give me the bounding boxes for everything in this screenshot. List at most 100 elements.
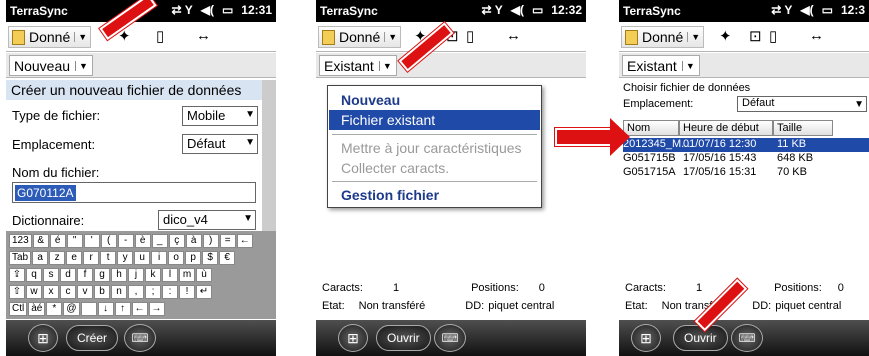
mode-button[interactable]: Existant ▼: [622, 55, 700, 76]
location-select[interactable]: Défaut ▼: [182, 134, 258, 154]
keyboard-key[interactable]: à: [185, 234, 202, 248]
dictionary-select[interactable]: dico_v4 ▼: [158, 210, 256, 230]
column-header-size[interactable]: Taille: [773, 120, 833, 136]
keyboard-key[interactable]: b: [94, 285, 110, 299]
column-header-start-time[interactable]: Heure de début: [679, 120, 773, 136]
keyboard-key[interactable]: [80, 302, 97, 316]
keyboard-key[interactable]: =: [219, 234, 236, 248]
keyboard-key[interactable]: Tab: [9, 251, 32, 265]
create-softkey[interactable]: Créer: [66, 325, 119, 351]
keyboard-key[interactable]: y: [117, 251, 134, 265]
battery-status-icon[interactable]: ▯: [466, 27, 474, 45]
keyboard-key[interactable]: é: [49, 234, 66, 248]
gps-icon[interactable]: ⊡: [749, 27, 762, 45]
table-row[interactable]: G051715B 17/05/16 15:43 648 KB: [623, 152, 869, 166]
data-menu-label: Donné: [29, 29, 71, 45]
keyboard-key[interactable]: ←: [236, 234, 253, 248]
keyboard-key[interactable]: v: [77, 285, 93, 299]
keyboard-key[interactable]: ↓: [97, 302, 114, 316]
arrows-icon[interactable]: ↔: [809, 27, 824, 44]
keyboard-key[interactable]: ,: [128, 285, 144, 299]
table-row[interactable]: 2012345_M... 01/07/16 12:30 11 KB: [623, 138, 869, 152]
menu-item-new[interactable]: Nouveau: [329, 90, 540, 110]
battery-icon: ▭: [531, 3, 544, 17]
keyboard-key[interactable]: r: [83, 251, 100, 265]
open-softkey[interactable]: Ouvrir: [376, 325, 431, 351]
keyboard-key[interactable]: j: [128, 268, 144, 282]
windows-start-button[interactable]: ⊞: [631, 324, 661, 352]
data-menu-button[interactable]: Donné ▼: [318, 26, 402, 48]
keyboard-key[interactable]: €: [219, 251, 236, 265]
keyboard-key[interactable]: ): [202, 234, 219, 248]
keyboard-key[interactable]: ù: [196, 268, 212, 282]
keyboard-key[interactable]: o: [168, 251, 185, 265]
keyboard-key[interactable]: s: [43, 268, 59, 282]
keyboard-key[interactable]: a: [32, 251, 49, 265]
keyboard-toggle-icon[interactable]: ⌨: [731, 324, 763, 352]
keyboard-key[interactable]: f: [77, 268, 93, 282]
battery-status-icon[interactable]: ▯: [156, 27, 164, 45]
keyboard-key[interactable]: i: [151, 251, 168, 265]
keyboard-key[interactable]: c: [60, 285, 76, 299]
keyboard-key[interactable]: *: [46, 302, 63, 316]
keyboard-key[interactable]: !: [179, 285, 195, 299]
keyboard-toggle-icon[interactable]: ⌨: [124, 324, 156, 352]
keyboard-key[interactable]: ": [66, 234, 83, 248]
keyboard-key[interactable]: -: [117, 234, 134, 248]
toolbar: Donné ▼ ✦ ⊡ ▯ ↔: [619, 22, 869, 52]
arrows-icon[interactable]: ↔: [506, 27, 521, 44]
keyboard-key[interactable]: ⇪: [9, 268, 25, 282]
keyboard-key[interactable]: z: [49, 251, 66, 265]
keyboard-key[interactable]: &: [32, 234, 49, 248]
mode-button[interactable]: Existant ▼: [319, 55, 397, 76]
keyboard-key[interactable]: $: [202, 251, 219, 265]
menu-item-manage[interactable]: Gestion fichier: [329, 185, 540, 205]
keyboard-key[interactable]: :: [162, 285, 178, 299]
keyboard-key[interactable]: h: [111, 268, 127, 282]
column-header-name[interactable]: Nom: [623, 120, 679, 136]
data-menu-button[interactable]: Donné ▼: [8, 26, 92, 48]
keyboard-key[interactable]: àé: [28, 302, 46, 316]
mode-button[interactable]: Nouveau ▼: [9, 55, 93, 76]
windows-start-button[interactable]: ⊞: [28, 324, 58, 352]
filename-input[interactable]: G070112A: [12, 182, 256, 203]
keyboard-key[interactable]: Ctl: [9, 302, 28, 316]
keyboard-key[interactable]: e: [66, 251, 83, 265]
keyboard-key[interactable]: g: [94, 268, 110, 282]
keyboard-key[interactable]: p: [185, 251, 202, 265]
keyboard-key[interactable]: ç: [168, 234, 185, 248]
satellite-icon[interactable]: ✦: [719, 27, 732, 45]
keyboard-key[interactable]: ↵: [196, 285, 212, 299]
keyboard-key[interactable]: →: [148, 302, 165, 316]
keyboard-key[interactable]: (: [100, 234, 117, 248]
file-type-select[interactable]: Mobile ▼: [182, 106, 258, 126]
keyboard-key[interactable]: d: [60, 268, 76, 282]
keyboard-key[interactable]: k: [145, 268, 161, 282]
keyboard-key[interactable]: è: [134, 234, 151, 248]
keyboard-key[interactable]: 123: [9, 234, 32, 248]
keyboard-key[interactable]: t: [100, 251, 117, 265]
keyboard-key[interactable]: ←: [131, 302, 148, 316]
battery-status-icon[interactable]: ▯: [769, 27, 777, 45]
open-softkey[interactable]: Ouvrir: [673, 325, 728, 351]
keyboard-key[interactable]: w: [26, 285, 42, 299]
keyboard-key[interactable]: l: [162, 268, 178, 282]
keyboard-key[interactable]: m: [179, 268, 195, 282]
windows-start-button[interactable]: ⊞: [338, 324, 368, 352]
keyboard-key[interactable]: n: [111, 285, 127, 299]
data-menu-button[interactable]: Donné ▼: [621, 26, 705, 48]
keyboard-key[interactable]: q: [26, 268, 42, 282]
keyboard-toggle-icon[interactable]: ⌨: [434, 324, 466, 352]
keyboard-key[interactable]: ↑: [114, 302, 131, 316]
location-select[interactable]: Défaut ▼: [737, 96, 867, 112]
keyboard-key[interactable]: _: [151, 234, 168, 248]
keyboard-key[interactable]: ': [83, 234, 100, 248]
keyboard-key[interactable]: u: [134, 251, 151, 265]
arrows-icon[interactable]: ↔: [196, 27, 211, 44]
keyboard-key[interactable]: x: [43, 285, 59, 299]
table-row[interactable]: G051715A 17/05/16 15:31 70 KB: [623, 166, 869, 180]
keyboard-key[interactable]: ;: [145, 285, 161, 299]
keyboard-key[interactable]: ⇧: [9, 285, 25, 299]
menu-item-existing[interactable]: Fichier existant: [329, 110, 540, 130]
keyboard-key[interactable]: @: [63, 302, 80, 316]
